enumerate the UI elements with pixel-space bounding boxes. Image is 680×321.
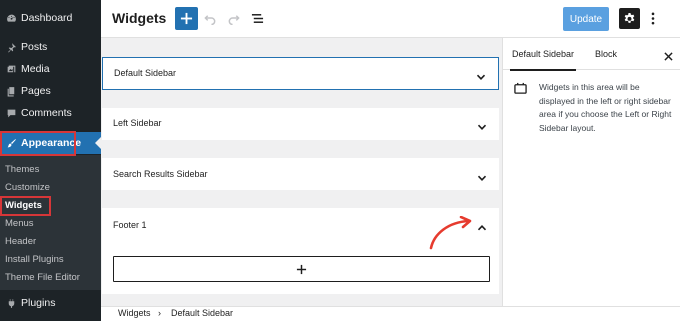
breadcrumb-item-widgets[interactable]: Widgets <box>118 308 151 318</box>
widget-area-title: Footer 1 <box>113 220 147 230</box>
menu-label-dashboard: Dashboard <box>21 12 73 24</box>
breadcrumb-separator: › <box>158 308 161 318</box>
annotation-arrow-icon <box>429 216 472 250</box>
menu-label-appearance: Appearance <box>21 137 82 149</box>
submenu-item-install-plugins[interactable]: Install Plugins <box>5 250 64 268</box>
undo-icon <box>203 14 215 25</box>
menu-label-comments: Comments <box>21 107 72 119</box>
menu-label-media: Media <box>21 63 50 75</box>
page-title: Widgets <box>112 10 167 26</box>
more-vertical-icon <box>651 12 655 25</box>
tab-default-sidebar[interactable]: Default Sidebar <box>509 38 577 71</box>
sidebar-tabs: Default Sidebar Block <box>503 38 680 71</box>
submenu-item-themes[interactable]: Themes <box>5 160 39 178</box>
settings-sidebar: Default Sidebar Block Widgets in this ar… <box>502 38 680 306</box>
menu-label-posts: Posts <box>21 41 48 53</box>
widget-area-title: Default Sidebar <box>114 68 177 78</box>
widget-area-title: Search Results Sidebar <box>113 169 208 179</box>
widget-area-search-results-sidebar[interactable]: Search Results Sidebar <box>102 158 499 190</box>
menu-label-plugins: Plugins <box>21 297 56 309</box>
close-sidebar-button[interactable] <box>664 48 675 61</box>
add-block-button[interactable] <box>113 256 490 282</box>
media-icon <box>5 63 17 75</box>
close-icon <box>664 52 673 61</box>
widget-area-icon <box>514 82 527 95</box>
pages-icon <box>5 85 17 97</box>
list-view-button[interactable] <box>250 11 264 25</box>
widget-area-left-sidebar[interactable]: Left Sidebar <box>102 108 499 140</box>
undo-button[interactable] <box>203 11 217 25</box>
add-block-toggle-button[interactable] <box>175 7 198 30</box>
chevron-down-icon[interactable] <box>477 170 487 181</box>
menu-item-plugins[interactable]: Plugins <box>0 292 101 314</box>
menu-item-comments[interactable]: Comments <box>0 102 101 124</box>
breadcrumb: Widgets › Default Sidebar <box>101 306 680 321</box>
menu-label-pages: Pages <box>21 85 51 97</box>
menu-item-pages[interactable]: Pages <box>0 80 101 102</box>
more-options-button[interactable] <box>647 10 659 27</box>
appearance-submenu: Themes Customize Widgets Menus Header In… <box>0 155 101 290</box>
menu-item-appearance[interactable]: Appearance <box>0 132 101 154</box>
dashboard-icon <box>5 12 17 24</box>
submenu-item-theme-file-editor[interactable]: Theme File Editor <box>5 268 80 286</box>
plus-icon <box>180 12 193 25</box>
current-menu-arrow <box>95 137 101 149</box>
chevron-down-icon[interactable] <box>477 119 487 130</box>
admin-sidebar: Dashboard Posts Media Pages Comments App… <box>0 0 101 321</box>
gear-icon <box>624 12 635 23</box>
update-button[interactable]: Update <box>563 7 609 31</box>
plus-icon <box>296 264 307 274</box>
redo-button[interactable] <box>226 11 240 25</box>
redo-icon <box>228 14 240 25</box>
comment-icon <box>5 107 17 119</box>
widget-area-description: Widgets in this area will be displayed i… <box>539 82 672 133</box>
editor-header: Widgets Update <box>101 0 680 38</box>
menu-item-dashboard[interactable]: Dashboard <box>0 7 101 29</box>
widget-area-title: Left Sidebar <box>113 118 162 128</box>
settings-button[interactable] <box>619 8 640 29</box>
pin-icon <box>5 41 17 53</box>
submenu-item-menus[interactable]: Menus <box>5 214 34 232</box>
chevron-down-icon[interactable] <box>476 69 486 80</box>
widget-area-default-sidebar[interactable]: Default Sidebar <box>102 57 499 90</box>
list-view-icon <box>251 13 263 23</box>
plug-icon <box>5 297 17 309</box>
breadcrumb-item-default-sidebar[interactable]: Default Sidebar <box>171 308 233 318</box>
tab-block[interactable]: Block <box>595 38 617 70</box>
chevron-up-icon[interactable] <box>477 220 487 231</box>
menu-item-media[interactable]: Media <box>0 58 101 80</box>
paintbrush-icon <box>5 137 17 149</box>
submenu-item-customize[interactable]: Customize <box>5 178 50 196</box>
submenu-item-widgets[interactable]: Widgets <box>5 196 42 214</box>
submenu-item-header[interactable]: Header <box>5 232 36 250</box>
menu-item-posts[interactable]: Posts <box>0 36 101 58</box>
